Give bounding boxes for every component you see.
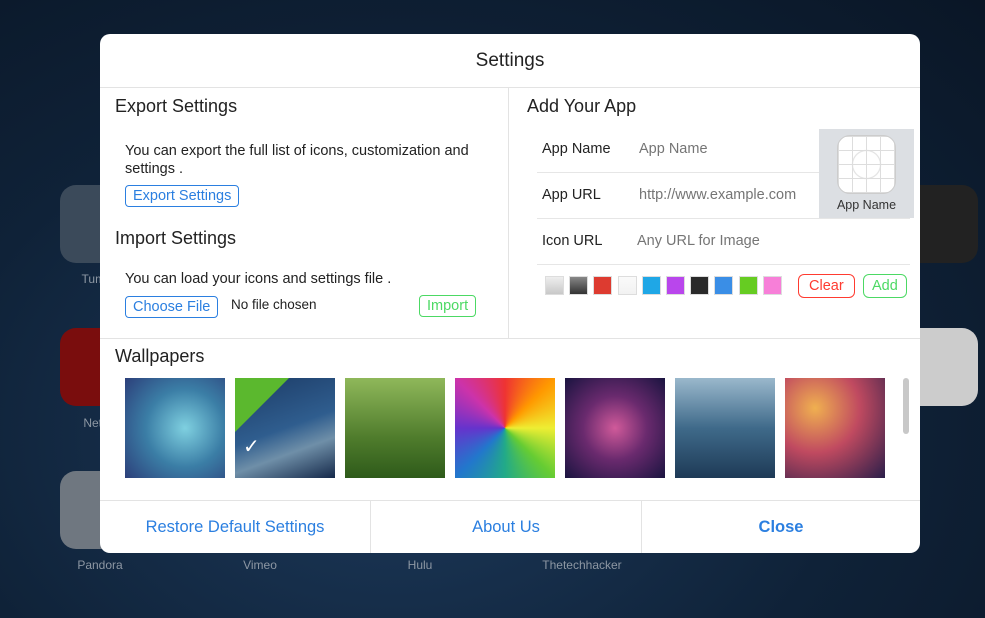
clear-button[interactable]: Clear (798, 274, 855, 298)
preview-label: App Name (836, 198, 897, 212)
restore-defaults-button[interactable]: Restore Default Settings (100, 500, 371, 553)
color-swatch[interactable] (690, 276, 710, 295)
modal-title: Settings (100, 34, 920, 88)
color-swatch[interactable] (569, 276, 589, 295)
scrollbar[interactable] (903, 378, 909, 434)
add-button[interactable]: Add (863, 274, 907, 298)
app-label: Hulu (407, 558, 433, 572)
file-status: No file chosen (231, 297, 317, 312)
export-settings-button[interactable]: Export Settings (125, 185, 240, 207)
app-label: Pandora (77, 558, 123, 572)
color-swatch[interactable] (762, 276, 782, 295)
wallpaper-thumbnail[interactable] (675, 378, 775, 478)
import-heading: Import Settings (115, 228, 237, 248)
selected-check-icon: ✓ (235, 378, 289, 458)
field-label: App Name (542, 141, 611, 157)
about-us-button[interactable]: About Us (371, 500, 642, 553)
app-url-input[interactable] (639, 187, 819, 203)
app-preview: App Name (819, 129, 914, 218)
icon-url-row: Icon URL (537, 219, 910, 265)
settings-modal: Settings Export Settings You can export … (100, 34, 920, 553)
app-name-input[interactable] (639, 141, 819, 157)
wallpaper-thumbnail[interactable] (455, 378, 555, 478)
color-swatch[interactable] (714, 276, 734, 295)
export-heading: Export Settings (115, 96, 238, 116)
import-button[interactable]: Import (419, 295, 477, 317)
close-button[interactable]: Close (642, 500, 920, 553)
wallpaper-thumbnail[interactable] (345, 378, 445, 478)
field-label: Icon URL (542, 233, 603, 249)
color-swatch[interactable] (666, 276, 685, 295)
divider (100, 338, 920, 339)
wallpapers-heading: Wallpapers (115, 346, 205, 366)
wallpaper-thumbnail[interactable] (785, 378, 885, 478)
wallpaper-thumbnail[interactable]: ✓ (235, 378, 335, 478)
icon-url-input[interactable] (637, 233, 817, 249)
import-text: You can load your icons and settings fil… (125, 271, 392, 287)
color-swatch[interactable] (617, 276, 637, 295)
color-swatch[interactable] (738, 276, 758, 295)
color-swatch[interactable] (545, 276, 564, 295)
field-label: App URL (542, 187, 601, 203)
app-label: Vimeo (243, 558, 277, 572)
divider (508, 88, 509, 338)
add-app-heading: Add Your App (527, 96, 637, 116)
export-text: You can export the full list of icons, c… (125, 143, 469, 177)
wallpaper-thumbnail[interactable] (565, 378, 665, 478)
color-swatch[interactable] (593, 276, 613, 295)
wallpaper-thumbnail[interactable] (125, 378, 225, 478)
app-label: Thetechhacker (542, 558, 622, 572)
choose-file-button[interactable]: Choose File (125, 296, 219, 318)
app-icon-placeholder-icon (837, 135, 896, 194)
color-swatch[interactable] (641, 276, 661, 295)
